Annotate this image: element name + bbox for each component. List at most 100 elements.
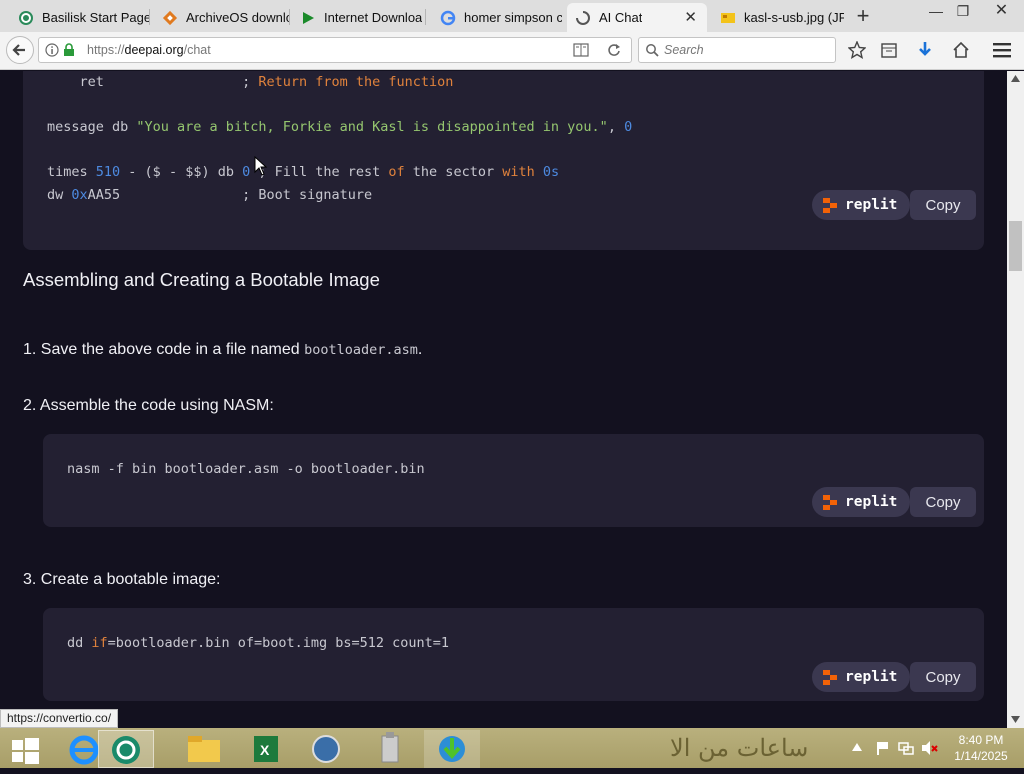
start-button[interactable] — [0, 730, 56, 768]
globe-icon — [312, 735, 340, 763]
tab-label: AI Chat — [599, 10, 643, 25]
action-center-flag-icon[interactable] — [874, 740, 890, 756]
search-placeholder: Search — [664, 43, 704, 57]
copy-button[interactable]: Copy — [910, 662, 976, 692]
archiveos-icon — [162, 10, 178, 26]
tab-basilisk-start[interactable]: Basilisk Start Page — [10, 3, 150, 32]
code-token: ret — [47, 74, 243, 90]
code-line: times 510 - ($ - $$) db 0 ; Fill the res… — [47, 161, 632, 184]
wallpaper-arabic-text: ساعات من الا — [620, 728, 850, 768]
image-icon — [720, 10, 736, 26]
arabic-text: ساعات من الا — [670, 734, 809, 762]
vertical-scrollbar[interactable] — [1007, 71, 1024, 728]
scroll-up-arrow-icon[interactable] — [1011, 75, 1020, 82]
reload-icon[interactable] — [607, 43, 621, 57]
close-tab-icon[interactable]: ✕ — [684, 8, 697, 26]
download-icon[interactable] — [916, 41, 934, 59]
home-icon[interactable] — [952, 41, 970, 59]
code-line: dw 0xAA55 ; Boot signature — [47, 184, 632, 207]
bookmarks-library-icon[interactable] — [880, 41, 898, 59]
scrollbar-thumb[interactable] — [1009, 221, 1022, 271]
volume-muted-icon[interactable] — [920, 740, 938, 756]
url-scheme: https:// — [87, 43, 125, 57]
code-line: ret ; Return from the function — [47, 71, 632, 94]
step-1-period: . — [417, 341, 423, 358]
basilisk-icon — [112, 736, 140, 764]
network-icon[interactable] — [898, 740, 914, 756]
lock-icon — [64, 43, 74, 56]
code-token: Return — [258, 74, 316, 90]
replit-label: replit — [845, 197, 898, 213]
tab-label: Internet Downloa — [324, 10, 423, 25]
close-window-button[interactable]: ✕ — [979, 0, 1024, 22]
replit-label: replit — [845, 494, 898, 510]
tab-label: ArchiveOS downlo — [186, 10, 290, 25]
replit-button[interactable]: replit — [812, 190, 910, 220]
tab-kasl-usb[interactable]: kasl-s-usb.jpg (JPE — [712, 3, 844, 32]
replit-button[interactable]: replit — [812, 487, 910, 517]
copy-button[interactable]: Copy — [910, 487, 976, 517]
taskbar-app[interactable] — [362, 730, 418, 768]
step-2-text: 2. Assemble the code using NASM: — [23, 397, 274, 414]
code-token: 510 — [95, 164, 121, 180]
taskbar-app[interactable] — [176, 730, 232, 768]
basilisk-icon — [18, 10, 34, 26]
step-1-text: 1. Save the above code in a file named b… — [23, 341, 422, 359]
svg-text:X: X — [260, 742, 270, 758]
status-link-preview: https://convertio.co/ — [0, 709, 119, 728]
mouse-cursor-icon — [254, 156, 268, 176]
tab-homer-simpson[interactable]: homer simpson c — [432, 3, 562, 32]
taskbar-app[interactable] — [298, 730, 354, 768]
code-block-nasm: nasm -f bin bootloader.asm -o bootloader… — [43, 434, 984, 527]
taskbar-app-active[interactable] — [98, 730, 154, 768]
search-bar[interactable]: Search — [638, 37, 836, 63]
tab-label: Basilisk Start Page — [42, 10, 150, 25]
url-domain: deepai.org — [124, 43, 184, 57]
code-text-dd: dd if=bootloader.bin of=boot.img bs=512 … — [67, 635, 449, 651]
url-bar[interactable]: https://deepai.org/chat — [38, 37, 632, 63]
taskbar-app[interactable] — [424, 730, 480, 768]
tray-expand-icon[interactable] — [852, 743, 862, 751]
tab-internet-download[interactable]: Internet Downloa — [292, 3, 426, 32]
excel-icon: X — [254, 736, 278, 762]
code-text-assembly: ret ; Return from the function message db… — [47, 71, 632, 206]
play-icon — [300, 10, 316, 26]
tab-label: kasl-s-usb.jpg (JPE — [744, 10, 844, 25]
info-icon[interactable] — [45, 43, 59, 57]
code-token: the sector — [404, 164, 503, 180]
code-token: function — [388, 74, 454, 90]
code-token: 0x — [71, 186, 88, 203]
replit-button[interactable]: replit — [812, 662, 910, 692]
clock-date: 1/14/2025 — [954, 749, 1008, 763]
back-button[interactable] — [6, 36, 34, 64]
code-dd-args: =bootloader.bin of=boot.img bs=512 count… — [107, 635, 450, 651]
restore-button[interactable]: ❐ — [952, 0, 974, 22]
code-token: 0 — [624, 119, 633, 135]
idm-icon — [439, 736, 465, 762]
taskbar-app[interactable]: X — [238, 730, 294, 768]
system-clock[interactable]: 8:40 PM 1/14/2025 — [946, 732, 1016, 764]
minimize-button[interactable]: — — [925, 0, 947, 22]
menu-icon[interactable] — [992, 42, 1012, 58]
code-token: of — [388, 164, 405, 180]
reader-view-icon[interactable] — [573, 43, 589, 57]
replit-logo-icon — [823, 197, 837, 213]
scroll-down-arrow-icon[interactable] — [1011, 716, 1020, 723]
bookmark-star-icon[interactable] — [848, 41, 866, 59]
code-line: message db "You are a bitch, Forkie and … — [47, 116, 632, 139]
code-token: with — [502, 164, 535, 180]
tab-archiveos[interactable]: ArchiveOS downlo — [154, 3, 290, 32]
url-path: /chat — [183, 43, 211, 57]
code-block-dd: dd if=bootloader.bin of=boot.img bs=512 … — [43, 608, 984, 701]
taskbar: ساعات من الا X 8:40 PM 1/14/2025 — [0, 728, 1024, 768]
code-token: ; Fill the rest — [250, 164, 389, 180]
inline-code-filename: bootloader.asm — [304, 342, 418, 358]
code-token: from — [315, 74, 356, 90]
new-tab-button[interactable]: + — [853, 3, 873, 29]
code-text-nasm: nasm -f bin bootloader.asm -o bootloader… — [67, 461, 425, 477]
code-token: AA55 ; Boot signature — [87, 186, 373, 203]
copy-button[interactable]: Copy — [910, 190, 976, 220]
tab-ai-chat[interactable]: AI Chat ✕ — [567, 3, 707, 32]
